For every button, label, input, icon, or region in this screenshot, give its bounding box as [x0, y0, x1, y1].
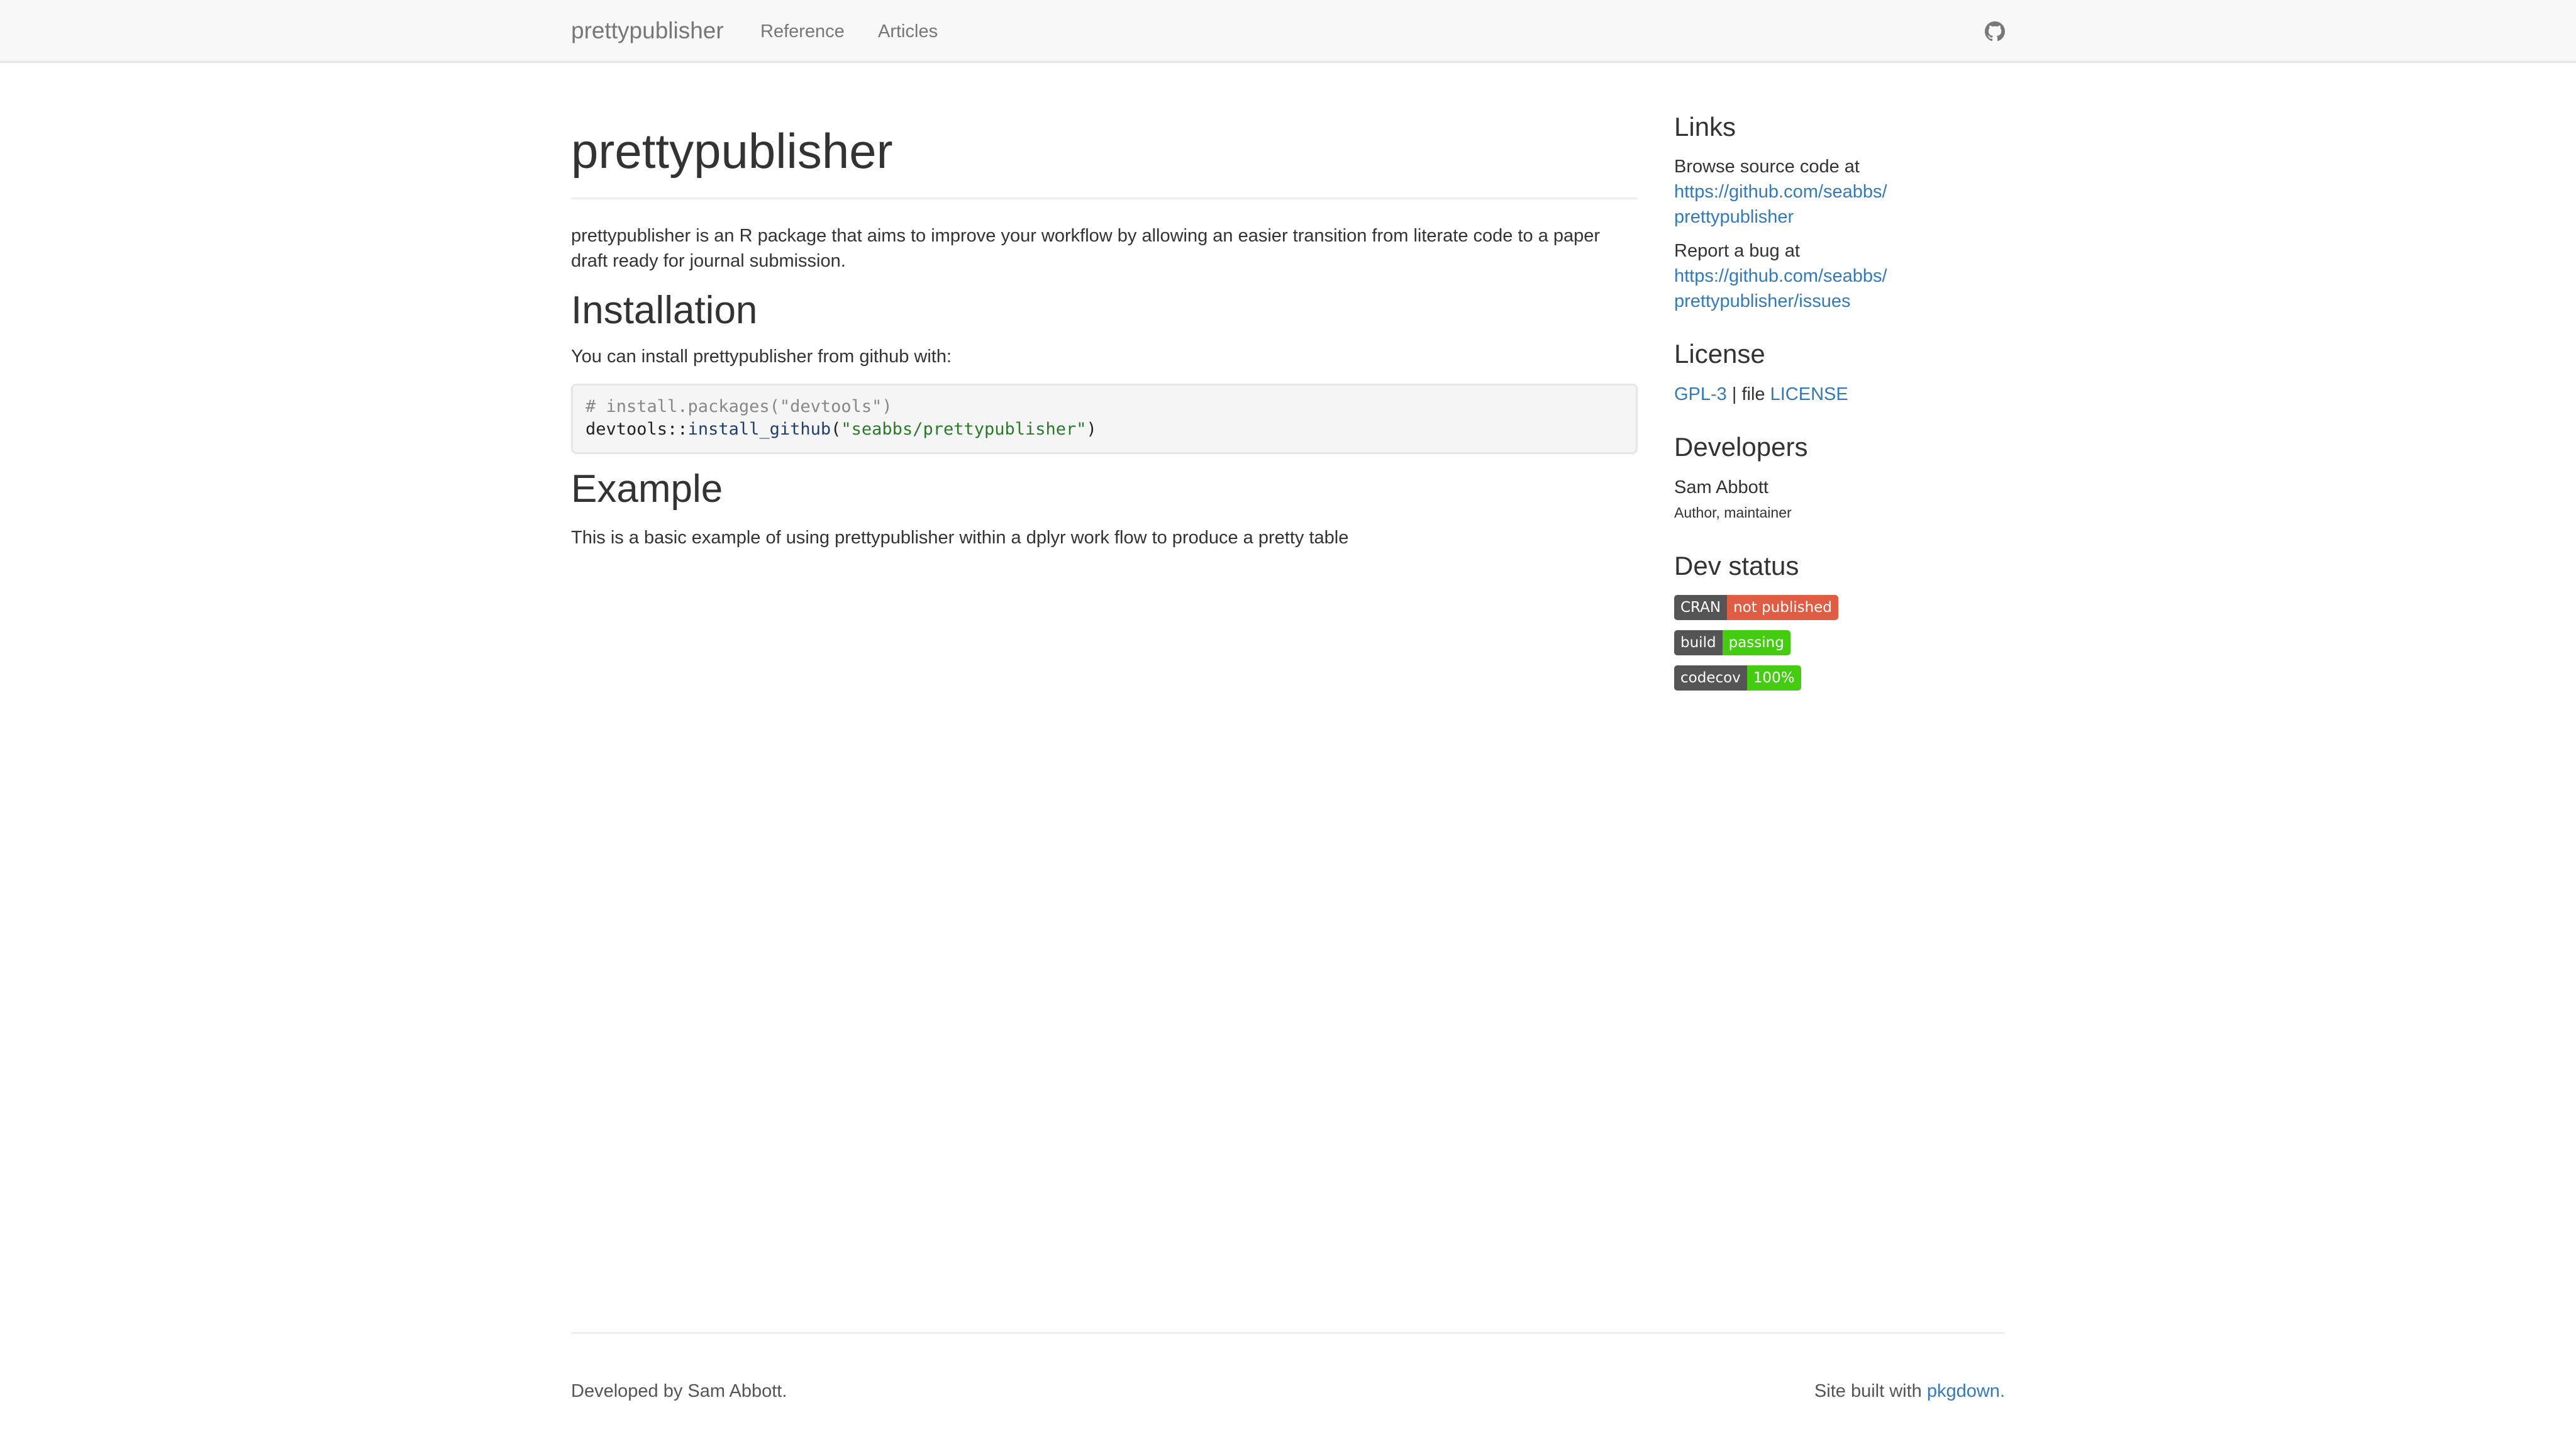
footer-divider	[571, 1332, 2005, 1334]
page-title: prettypublisher	[571, 123, 893, 179]
badge-value: passing	[1722, 630, 1790, 655]
badge-value: 100%	[1746, 665, 1801, 691]
badge-label: CRAN	[1674, 595, 1728, 620]
browse-source-label: Browse source code at	[1674, 157, 1860, 177]
code-string: "seabbs/prettypublisher"	[841, 419, 1087, 439]
badge-label: build	[1674, 630, 1723, 655]
developer-role: Author, maintainer	[1674, 504, 1792, 521]
footer-built-suffix: .	[1999, 1381, 2005, 1401]
pkgdown-link[interactable]: pkgdown	[1927, 1381, 2000, 1401]
code-function: install_github	[687, 419, 831, 439]
code-prefix: devtools::	[586, 419, 688, 439]
github-icon[interactable]	[1985, 21, 2005, 42]
install-code-block[interactable]: # install.packages("devtools") devtools:…	[571, 384, 1638, 454]
build-badge[interactable]: build passing	[1674, 630, 1790, 655]
footer-developed-by: Developed by Sam Abbott.	[571, 1381, 787, 1401]
example-heading: Example	[571, 467, 723, 511]
license-gpl-link[interactable]: GPL-3	[1674, 384, 1727, 404]
browse-source-link-line2[interactable]: prettypublisher	[1674, 204, 1794, 230]
dev-status-heading: Dev status	[1674, 551, 1799, 580]
license-line: GPL-3 | file LICENSE	[1674, 382, 1848, 407]
footer-built-with: Site built with pkgdown.	[1814, 1379, 2005, 1404]
installation-heading: Installation	[571, 289, 758, 332]
badge-value: not published	[1727, 595, 1838, 620]
browse-source-link-line1[interactable]: https://github.com/seabbs/	[1674, 179, 1887, 204]
code-close-paren: )	[1086, 419, 1097, 439]
example-text: This is a basic example of using prettyp…	[571, 528, 1349, 548]
nav-item-articles[interactable]: Articles	[878, 20, 938, 43]
footer-built-prefix: Site built with	[1814, 1381, 1927, 1401]
links-heading: Links	[1674, 112, 1736, 142]
badge-label: codecov	[1674, 665, 1747, 691]
report-bug-link-line2[interactable]: prettypublisher/issues	[1674, 289, 1850, 314]
navbar-brand[interactable]: prettypublisher	[571, 16, 724, 45]
code-comment: # install.packages("devtools")	[586, 397, 892, 416]
license-separator: | file	[1726, 384, 1770, 404]
license-heading: License	[1674, 339, 1765, 369]
report-bug-label: Report a bug at	[1674, 241, 1800, 261]
installation-text: You can install prettypublisher from git…	[571, 347, 952, 367]
report-bug-link-line1[interactable]: https://github.com/seabbs/	[1674, 264, 1887, 289]
cran-badge[interactable]: CRAN not published	[1674, 595, 1838, 620]
developer-name: Sam Abbott	[1674, 477, 1768, 497]
developers-heading: Developers	[1674, 432, 1808, 462]
intro-paragraph: prettypublisher is an R package that aim…	[571, 226, 1601, 271]
navbar: prettypublisher Reference Articles	[0, 0, 2576, 63]
codecov-badge[interactable]: codecov 100%	[1674, 665, 1801, 691]
title-divider	[571, 197, 1638, 199]
nav-item-reference[interactable]: Reference	[760, 20, 845, 43]
code-open-paren: (	[831, 419, 841, 439]
license-file-link[interactable]: LICENSE	[1770, 384, 1848, 404]
